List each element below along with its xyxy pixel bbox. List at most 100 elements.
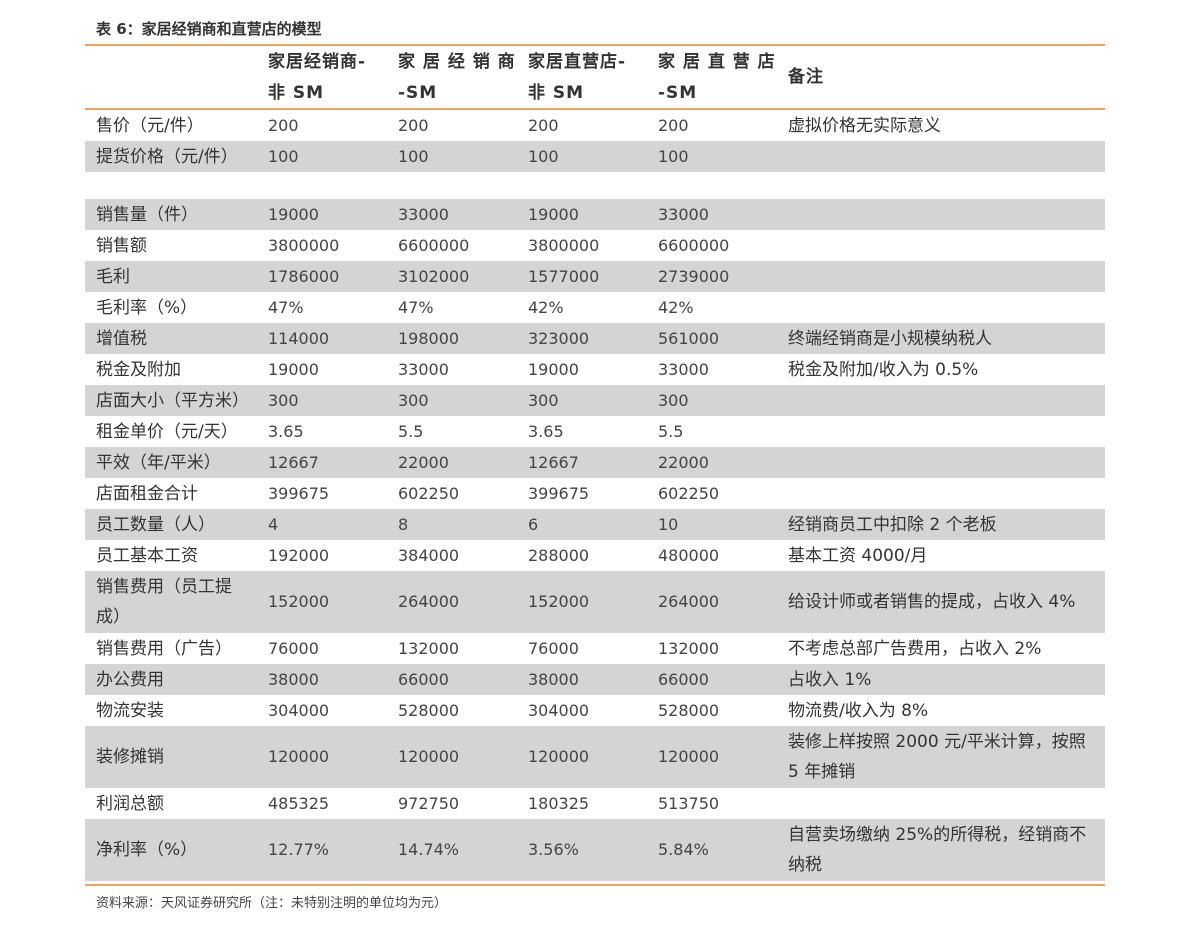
value-direct-sm: 120000 (658, 747, 720, 766)
row-label: 装修摊销 (96, 747, 164, 767)
value-direct-sm: 561000 (658, 328, 720, 348)
header-direct-non-sm: 家居直营店- 非 SM (528, 47, 648, 107)
row-label: 毛利率（%） (96, 297, 198, 318)
table-row: 售价（元/件） 200 200 200 200 虚拟价格无实际意义 (85, 110, 1105, 141)
value-direct-sm: 33000 (658, 204, 709, 224)
top-rule (85, 44, 1105, 46)
value-dealer-sm: 3102000 (398, 266, 470, 286)
value-dealer-sm: 132000 (398, 638, 460, 658)
row-note (788, 292, 1093, 323)
table-row: 装修摊销 120000 120000 120000 120000 装修上样按照 2000 … (85, 726, 1105, 788)
value-dealer-sm: 602250 (398, 483, 460, 503)
value-direct-non-sm: 200 (528, 115, 559, 135)
value-dealer-sm: 384000 (398, 545, 460, 565)
row-note (788, 141, 1093, 172)
row-note: 虚拟价格无实际意义 (788, 115, 941, 136)
value-dealer-sm: 100 (398, 146, 429, 166)
source-note: 资料来源：天风证券研究所（注：未特别注明的单位均为元） (96, 896, 448, 911)
value-direct-non-sm: 304000 (528, 700, 590, 720)
row-label: 税金及附加 (96, 359, 181, 380)
table-row: 增值税 114000 198000 323000 561000 终端经销商是小规模纳税人 (85, 323, 1105, 354)
value-dealer-sm: 200 (398, 115, 429, 135)
row-label: 销售费用（广告） (96, 638, 232, 659)
value-direct-non-sm: 3.65 (528, 421, 564, 441)
header-line: 备注 (788, 67, 824, 87)
value-direct-sm (658, 172, 778, 199)
row-label: 毛利 (96, 266, 130, 287)
table-row: 净利率（%） 12.77% 14.74% 3.56% 5.84% 自营卖场缴纳 25%的所… (85, 819, 1105, 881)
table-row: 员工基本工资 192000 384000 288000 480000 基本工资 4000/… (85, 540, 1105, 571)
value-direct-sm: 100 (658, 146, 689, 166)
value-direct-non-sm: 1577000 (528, 266, 600, 286)
header-direct-sm: 家 居 直 营 店 -SM (658, 47, 778, 107)
row-note: 不考虑总部广告费用，占收入 2% (788, 638, 1042, 659)
value-dealer-non-sm: 47% (268, 297, 304, 317)
value-dealer-non-sm: 399675 (268, 483, 330, 503)
value-dealer-non-sm: 3.65 (268, 421, 304, 441)
row-note (788, 172, 1093, 199)
value-direct-sm: 6600000 (658, 235, 730, 255)
value-direct-non-sm: 399675 (528, 483, 590, 503)
value-direct-non-sm: 120000 (528, 747, 590, 766)
table-row: 租金单价（元/天） 3.65 5.5 3.65 5.5 (85, 416, 1105, 447)
header-line: -SM (398, 83, 438, 103)
table-row: 利润总额 485325 972750 180325 513750 (85, 788, 1105, 819)
value-dealer-sm: 33000 (398, 204, 449, 224)
header-line: 家 居 直 营 店 (658, 52, 776, 72)
value-direct-sm: 5.5 (658, 421, 684, 441)
row-label: 平效（年/平米） (96, 452, 221, 473)
value-dealer-non-sm: 19000 (268, 204, 319, 224)
table-row: 毛利率（%） 47% 47% 42% 42% (85, 292, 1105, 323)
row-label: 员工基本工资 (96, 545, 198, 566)
value-dealer-sm: 300 (398, 390, 429, 410)
row-label: 店面大小（平方米） (96, 390, 249, 411)
row-note (788, 447, 1093, 478)
table-row: 店面租金合计 399675 602250 399675 602250 (85, 478, 1105, 509)
table-row: 提货价格（元/件） 100 100 100 100 (85, 141, 1105, 172)
row-note (788, 199, 1093, 230)
value-dealer-sm: 198000 (398, 328, 460, 348)
value-direct-sm: 264000 (658, 592, 720, 611)
value-direct-sm: 5.84% (658, 840, 709, 859)
header-line: 非 SM (268, 83, 325, 103)
value-direct-non-sm: 19000 (528, 204, 579, 224)
row-label (96, 172, 256, 199)
value-dealer-sm: 8 (398, 514, 409, 534)
value-dealer-sm (398, 172, 518, 199)
value-direct-sm: 528000 (658, 700, 720, 720)
value-dealer-non-sm: 12.77% (268, 840, 330, 859)
header-line: 家居经销商- (268, 52, 367, 72)
value-direct-sm: 66000 (658, 669, 709, 689)
value-dealer-sm: 33000 (398, 359, 449, 379)
row-note: 给设计师或者销售的提成，占收入 4% (788, 592, 1076, 612)
value-dealer-non-sm: 485325 (268, 793, 330, 813)
row-note: 物流费/收入为 8% (788, 700, 929, 721)
table-row: 税金及附加 19000 33000 19000 33000 税金及附加/收入为 0.5% (85, 354, 1105, 385)
value-direct-non-sm: 300 (528, 390, 559, 410)
value-dealer-non-sm: 200 (268, 115, 299, 135)
value-direct-non-sm (528, 172, 648, 199)
row-label: 销售费用（员工提成） (96, 577, 232, 627)
table-row: 毛利 1786000 3102000 1577000 2739000 (85, 261, 1105, 292)
value-dealer-non-sm: 114000 (268, 328, 330, 348)
row-note: 终端经销商是小规模纳税人 (788, 328, 992, 349)
header-dealer-sm: 家 居 经 销 商 -SM (398, 47, 518, 107)
value-dealer-sm: 22000 (398, 452, 449, 472)
value-dealer-sm: 528000 (398, 700, 460, 720)
row-note: 占收入 1% (788, 669, 872, 690)
bottom-rule (85, 884, 1105, 886)
value-dealer-non-sm: 152000 (268, 592, 330, 611)
value-dealer-non-sm: 1786000 (268, 266, 340, 286)
table-title: 表 6：家居经销商和直营店的模型 (96, 20, 322, 38)
row-label: 销售量（件） (96, 204, 198, 225)
row-note (788, 478, 1093, 509)
value-direct-non-sm: 323000 (528, 328, 590, 348)
row-label: 提货价格（元/件） (96, 146, 238, 167)
value-dealer-non-sm: 3800000 (268, 235, 340, 255)
row-note (788, 261, 1093, 292)
value-direct-sm: 602250 (658, 483, 720, 503)
row-note: 自营卖场缴纳 25%的所得税，经销商不纳税 (788, 825, 1087, 875)
table-row: 销售费用（员工提成） 152000 264000 152000 264000 给设计师或者… (85, 571, 1105, 633)
value-direct-sm: 10 (658, 514, 679, 534)
table-row (85, 172, 1105, 199)
